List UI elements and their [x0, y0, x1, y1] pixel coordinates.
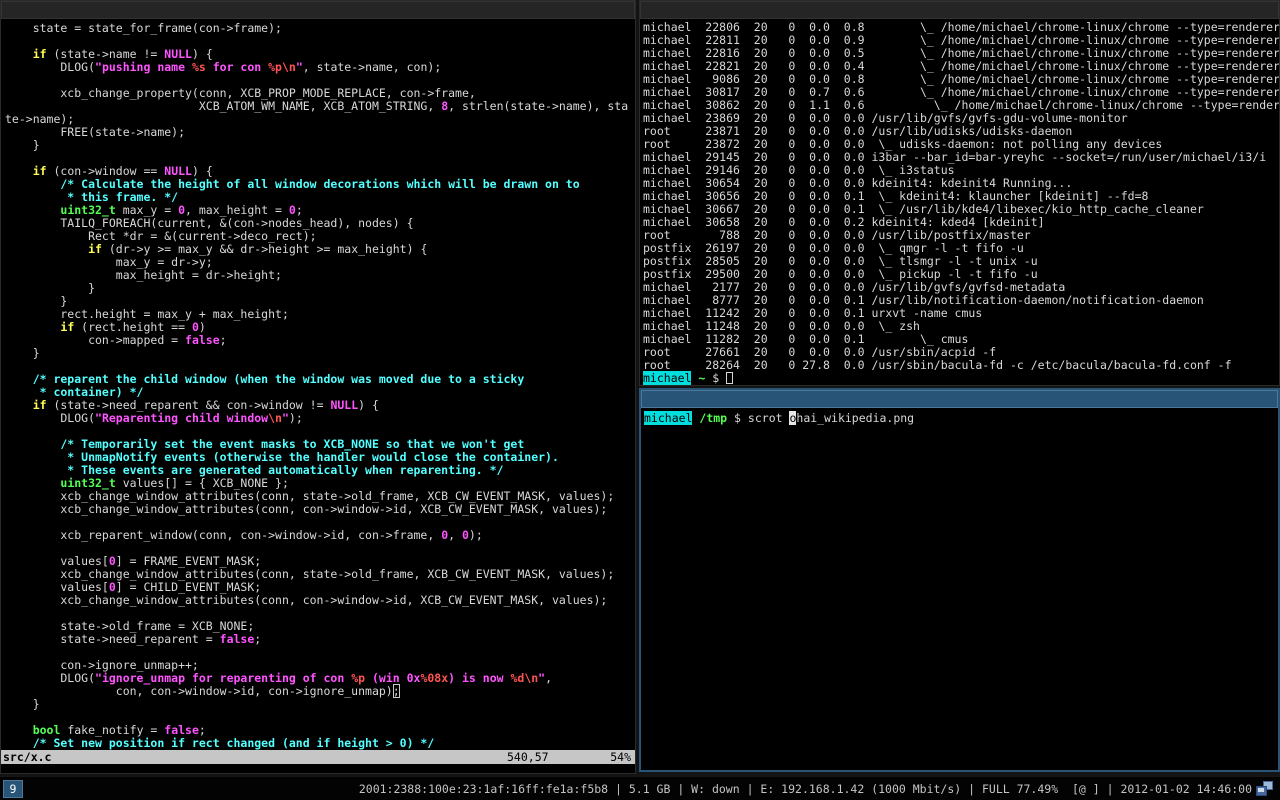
window-terminal-ps[interactable]: x200: ~ michael 22806 20 0 0.0 0.8 \_ /h…	[639, 0, 1280, 386]
vim-code-line: con, con->window->id, con->ignore_unmap)…	[5, 685, 635, 698]
vim-code-line: con->mapped = false;	[5, 334, 635, 347]
window-terminal-scrot[interactable]: x200: scrot ohai_wikipedia.png michael /…	[639, 388, 1280, 772]
terminal-ps-titlebar[interactable]: x200: ~	[640, 1, 1279, 19]
vim-code-line: DLOG("Reparenting child window\n");	[5, 412, 635, 425]
vim-code-line: XCB_ATOM_WM_NAME, XCB_ATOM_STRING, 8, st…	[5, 100, 635, 113]
window-vim[interactable]: x.c (~/i3/src) - VIM state = state_for_f…	[0, 0, 636, 774]
vim-code-line: }	[5, 698, 635, 711]
terminal-cursor-hollow	[726, 372, 733, 384]
vim-code-line: }	[5, 139, 635, 152]
vim-code-line: }	[5, 282, 635, 295]
i3status-text: 2001:2388:100e:23:1af:16ff:fe1a:f5b8 | 5…	[359, 782, 1252, 796]
vim-code-line: FREE(state->name);	[5, 126, 635, 139]
vim-file-name: src/x.c	[3, 750, 51, 764]
vim-code: state = state_for_frame(con->frame); if …	[5, 22, 635, 750]
shell-prompt-top: michael ~ $	[643, 372, 1279, 385]
terminal-scrot-titlebar[interactable]: x200: scrot ohai_wikipedia.png	[641, 390, 1278, 408]
vim-statusline: src/x.c 540,57 54%	[1, 750, 635, 764]
vim-code-line: xcb_change_window_attributes(conn, con->…	[5, 594, 635, 607]
prompt-symbol: $	[734, 411, 741, 425]
ps-line: root 28264 20 0 27.8 0.0 /usr/sbin/bacul…	[643, 359, 1279, 372]
terminal-ps-content[interactable]: michael 22806 20 0 0.0 0.8 \_ /home/mich…	[640, 19, 1279, 385]
command-text-before: scrot	[748, 411, 790, 425]
vim-cursor-position: 540,57	[507, 750, 549, 764]
command-text-after: hai_wikipedia.png	[796, 411, 914, 425]
displays-icon-front	[1256, 786, 1267, 796]
vim-titlebar[interactable]: x.c (~/i3/src) - VIM	[1, 1, 635, 19]
vim-code-line: xcb_reparent_window(conn, con->window->i…	[5, 529, 635, 542]
i3bar: 9 2001:2388:100e:23:1af:16ff:fe1a:f5b8 |…	[0, 776, 1280, 800]
systray-displays-icon[interactable]	[1256, 781, 1273, 796]
vim-code-line: state = state_for_frame(con->frame);	[5, 22, 635, 35]
vim-code-line: state->need_reparent = false;	[5, 633, 635, 646]
shell-prompt-bottom: michael /tmp $ scrot ohai_wikipedia.png	[644, 412, 1278, 425]
terminal-scrot-content[interactable]: michael /tmp $ scrot ohai_wikipedia.png	[641, 408, 1278, 770]
prompt-user: michael	[643, 371, 691, 385]
workspace-button[interactable]: 9	[3, 780, 23, 798]
vim-content[interactable]: state = state_for_frame(con->frame); if …	[1, 19, 635, 773]
vim-code-line: DLOG("pushing name %s for con %p\n", sta…	[5, 61, 635, 74]
prompt-cwd: /tmp	[699, 411, 727, 425]
vim-code-line: xcb_change_window_attributes(conn, con->…	[5, 503, 635, 516]
prompt-user: michael	[644, 411, 692, 425]
vim-scroll-percent: 54%	[610, 750, 631, 764]
vim-code-line: /* Set new position if rect changed (and…	[5, 737, 635, 750]
ps-output: michael 22806 20 0 0.0 0.8 \_ /home/mich…	[643, 21, 1279, 372]
vim-code-line: }	[5, 347, 635, 360]
vim-code-line: max_height = dr->height;	[5, 269, 635, 282]
